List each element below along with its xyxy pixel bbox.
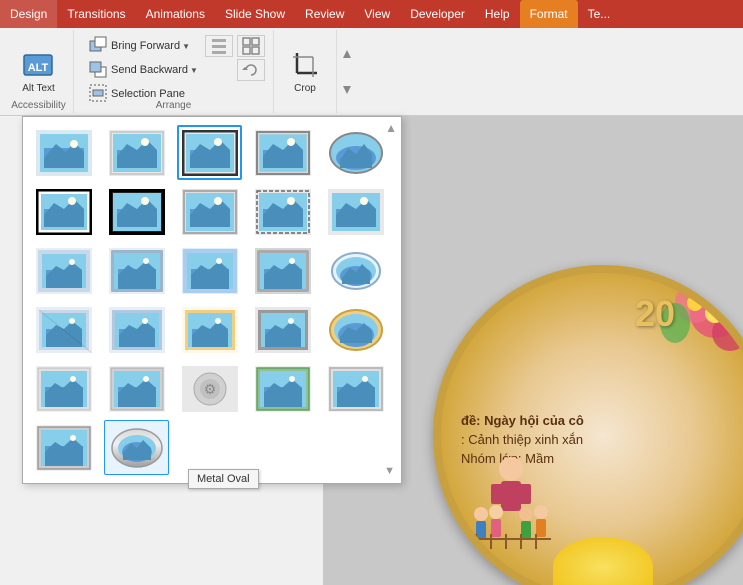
style-item-4-1[interactable] (104, 361, 169, 416)
scroll-up-indicator: ▲ (385, 121, 397, 135)
bring-forward-label: Bring Forward (111, 40, 180, 52)
style-item-0-1[interactable] (104, 125, 169, 180)
bottom-petal (553, 537, 653, 585)
tab-transitions[interactable]: Transitions (57, 0, 135, 28)
ribbon: Design Transitions Animations Slide Show… (0, 0, 743, 116)
accessibility-label: Accessibility (11, 100, 65, 111)
bring-forward-button[interactable]: Bring Forward ▼ (82, 35, 201, 57)
tab-format[interactable]: Format (520, 0, 578, 28)
circular-badge: 20 đề: Ngày hội của cô : Cảnh thiệp xinh… (433, 265, 743, 585)
style-item-2-3[interactable] (251, 243, 316, 298)
arrange-row-1: Bring Forward ▼ (82, 35, 265, 57)
send-backward-button[interactable]: Send Backward ▼ (82, 59, 233, 81)
selection-pane-label: Selection Pane (111, 88, 185, 100)
style-panel: ▲ (22, 116, 402, 484)
svg-text:⚙: ⚙ (204, 381, 217, 397)
style-item-3-1[interactable] (104, 302, 169, 357)
teacher-figure (471, 454, 551, 557)
tab-help[interactable]: Help (475, 0, 520, 28)
style-item-0-4[interactable] (324, 125, 389, 180)
style-item-1-3[interactable] (251, 184, 316, 239)
ribbon-scroll[interactable] (337, 30, 357, 113)
arrange-group: Bring Forward ▼ (74, 30, 274, 113)
svg-text:ALT: ALT (28, 62, 49, 74)
tab-design[interactable]: Design (0, 0, 57, 28)
style-item-3-3[interactable] (251, 302, 316, 357)
tab-slideshow[interactable]: Slide Show (215, 0, 295, 28)
style-item-4-2[interactable]: ⚙ (177, 361, 242, 416)
style-item-0-2[interactable] (177, 125, 242, 180)
style-item-2-0[interactable] (31, 243, 96, 298)
style-item-1-0[interactable] (31, 184, 96, 239)
style-item-4-3[interactable] (251, 361, 316, 416)
send-backward-arrow[interactable]: ▼ (190, 66, 198, 75)
slide-line1: đề: Ngày hội của cô (461, 413, 743, 428)
style-item-metal-oval[interactable] (104, 420, 169, 475)
style-item-2-4[interactable] (324, 243, 389, 298)
arrange-label: Arrange (156, 100, 192, 111)
slide-line2: : Cảnh thiệp xinh xắn (461, 432, 743, 447)
accessibility-group: ALT Alt Text Accessibility (4, 30, 74, 113)
style-grid: ⚙ (31, 125, 393, 475)
group-button[interactable] (237, 35, 265, 57)
send-backward-label: Send Backward (111, 64, 188, 76)
style-item-5-0[interactable] (324, 361, 389, 416)
style-item-1-2[interactable] (177, 184, 242, 239)
ribbon-tabs-row: Design Transitions Animations Slide Show… (0, 0, 743, 28)
rotate-button[interactable] (237, 59, 265, 81)
tab-animations[interactable]: Animations (136, 0, 215, 28)
tab-review[interactable]: Review (295, 0, 354, 28)
alt-text-icon: ALT (22, 49, 54, 81)
bring-forward-arrow[interactable]: ▼ (182, 42, 190, 51)
style-item-0-3[interactable] (251, 125, 316, 180)
align-button[interactable] (205, 35, 233, 57)
tab-view[interactable]: View (354, 0, 400, 28)
style-item-4-0[interactable] (31, 361, 96, 416)
bring-forward-icon (89, 36, 107, 57)
crop-icon (289, 49, 321, 81)
style-item-2-2[interactable] (177, 243, 242, 298)
alt-text-label: Alt Text (22, 83, 55, 94)
ribbon-content: ALT Alt Text Accessibility Bring Forwar (0, 28, 743, 116)
crop-label: Crop (294, 83, 316, 94)
scroll-down-indicator: ▼ (384, 465, 395, 477)
style-item-3-0[interactable] (31, 302, 96, 357)
style-item-1-4[interactable] (324, 184, 389, 239)
tab-te[interactable]: Te... (578, 0, 621, 28)
style-item-1-1[interactable] (104, 184, 169, 239)
style-item-2-1[interactable] (104, 243, 169, 298)
arrange-row-2: Send Backward ▼ (82, 59, 265, 81)
alt-text-button[interactable]: ALT Alt Text (15, 44, 62, 99)
style-item-3-4[interactable] (324, 302, 389, 357)
style-item-3-2[interactable] (177, 302, 242, 357)
send-backward-icon (89, 60, 107, 81)
tab-developer[interactable]: Developer (400, 0, 475, 28)
crop-group: Crop (274, 30, 337, 113)
style-item-5-1[interactable] (31, 420, 96, 475)
badge-number: 20 (635, 293, 675, 335)
selection-pane-icon (89, 84, 107, 105)
style-item-0-0[interactable] (31, 125, 96, 180)
crop-button[interactable]: Crop (282, 44, 328, 99)
